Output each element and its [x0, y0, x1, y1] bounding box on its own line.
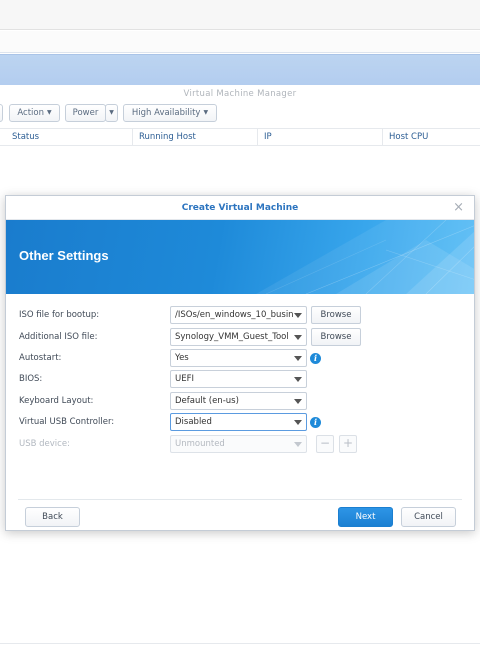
- bios-value: UEFI: [175, 374, 194, 384]
- iso-bootup-select[interactable]: /ISOs/en_windows_10_business_editions_ve…: [170, 306, 307, 324]
- usb-device-value: Unmounted: [175, 439, 225, 449]
- row-keyboard-layout: Keyboard Layout: Default (en-us): [6, 392, 476, 412]
- iso-bootup-browse-button[interactable]: Browse: [311, 306, 361, 324]
- chevron-down-icon: ▼: [203, 109, 209, 116]
- action-label: Action: [17, 108, 44, 118]
- keyboard-layout-label: Keyboard Layout:: [19, 396, 94, 406]
- power-dropdown-button[interactable]: ▼: [105, 104, 118, 122]
- row-usb-device: USB device: Unmounted − +: [6, 435, 476, 455]
- dropdown-arrow-icon: [294, 399, 302, 404]
- dropdown-arrow-icon: [294, 356, 302, 361]
- usb-device-label: USB device:: [19, 439, 70, 449]
- row-iso-bootup: ISO file for bootup: /ISOs/en_windows_10…: [6, 306, 476, 326]
- create-vm-dialog: Create Virtual Machine × Other Settings …: [5, 195, 475, 531]
- vm-table-header: Status Running Host IP Host CPU: [0, 128, 480, 146]
- iso-bootup-label: ISO file for bootup:: [19, 310, 100, 320]
- banner-title: Other Settings: [19, 248, 109, 263]
- keyboard-layout-select[interactable]: Default (en-us): [170, 392, 307, 410]
- close-icon[interactable]: ×: [453, 196, 464, 220]
- vmm-toolbar: Action ▼ Power ▼ High Availability ▼: [0, 104, 480, 126]
- dropdown-arrow-icon: [294, 377, 302, 382]
- dropdown-arrow-icon: [294, 335, 302, 340]
- top-bar: [0, 0, 480, 30]
- cancel-button[interactable]: Cancel: [401, 507, 456, 527]
- column-ip[interactable]: IP: [257, 129, 383, 146]
- next-button[interactable]: Next: [338, 507, 393, 527]
- dropdown-arrow-icon: [294, 420, 302, 425]
- bios-select[interactable]: UEFI: [170, 370, 307, 388]
- autostart-value: Yes: [175, 353, 189, 363]
- info-icon[interactable]: i: [310, 353, 321, 364]
- bios-label: BIOS:: [19, 374, 43, 384]
- power-button[interactable]: Power: [65, 104, 106, 122]
- additional-iso-label: Additional ISO file:: [19, 332, 98, 342]
- desktop-taskbar-band: [0, 54, 480, 85]
- dropdown-arrow-icon: [294, 442, 302, 447]
- autostart-select[interactable]: Yes: [170, 349, 307, 367]
- plus-icon[interactable]: +: [339, 435, 357, 453]
- action-button[interactable]: Action ▼: [9, 104, 60, 122]
- vmm-window-title: Virtual Machine Manager: [183, 89, 297, 99]
- additional-iso-browse-button[interactable]: Browse: [311, 328, 361, 346]
- wizard-banner: Other Settings: [6, 220, 474, 294]
- usb-controller-label: Virtual USB Controller:: [19, 417, 115, 427]
- iso-bootup-value: /ISOs/en_windows_10_business_editions_ve…: [175, 310, 293, 320]
- usb-controller-value: Disabled: [175, 417, 212, 427]
- autostart-label: Autostart:: [19, 353, 62, 363]
- toolbar-partial-button[interactable]: [0, 104, 3, 122]
- row-bios: BIOS: UEFI: [6, 370, 476, 390]
- row-additional-iso: Additional ISO file: Synology_VMM_Guest_…: [6, 328, 476, 348]
- column-running-host[interactable]: Running Host: [132, 129, 258, 146]
- high-availability-button[interactable]: High Availability ▼: [123, 104, 217, 122]
- chevron-down-icon: ▼: [47, 109, 52, 116]
- bottom-divider: [0, 643, 480, 644]
- row-autostart: Autostart: Yes i: [6, 349, 476, 369]
- additional-iso-value: Synology_VMM_Guest_Tool: [175, 332, 289, 342]
- keyboard-layout-value: Default (en-us): [175, 396, 239, 406]
- usb-controller-select[interactable]: Disabled: [170, 413, 307, 431]
- row-usb-controller: Virtual USB Controller: Disabled i: [6, 413, 476, 433]
- dialog-title: Create Virtual Machine: [181, 203, 299, 213]
- column-host-cpu[interactable]: Host CPU: [382, 129, 480, 146]
- dropdown-arrow-icon: [294, 313, 302, 318]
- info-icon[interactable]: i: [310, 417, 321, 428]
- usb-device-select[interactable]: Unmounted: [170, 435, 307, 453]
- dialog-footer-divider: [18, 499, 462, 500]
- chevron-down-icon: ▼: [109, 109, 114, 116]
- column-status[interactable]: Status: [6, 129, 133, 146]
- dialog-titlebar: Create Virtual Machine ×: [6, 196, 474, 220]
- back-button[interactable]: Back: [25, 507, 80, 527]
- minus-icon[interactable]: −: [316, 435, 334, 453]
- additional-iso-select[interactable]: Synology_VMM_Guest_Tool: [170, 328, 307, 346]
- power-label: Power: [72, 108, 99, 118]
- secondary-bar: [0, 31, 480, 53]
- high-availability-label: High Availability: [131, 108, 201, 118]
